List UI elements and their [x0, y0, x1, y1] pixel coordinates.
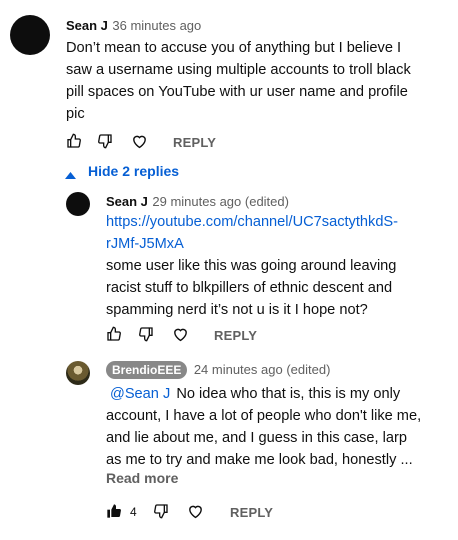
hide-replies-button[interactable]: Hide 2 replies	[88, 163, 179, 179]
dislike-icon[interactable]	[153, 503, 169, 524]
avatar[interactable]	[66, 192, 90, 216]
channel-link[interactable]: rJMf-J5MxA	[106, 233, 451, 255]
like-filled-icon[interactable]	[106, 503, 122, 524]
comment-text: Don’t mean to accuse you of anything but…	[66, 40, 411, 122]
mention-link[interactable]: @Sean J	[110, 386, 170, 402]
avatar[interactable]	[66, 361, 90, 385]
reply-timestamp[interactable]: 29 minutes ago (edited)	[152, 194, 289, 209]
heart-icon[interactable]	[172, 326, 189, 347]
dislike-icon[interactable]	[138, 326, 154, 347]
heart-icon[interactable]	[187, 503, 204, 524]
read-more-button[interactable]: Read more	[106, 470, 178, 486]
dislike-icon[interactable]	[97, 133, 113, 154]
comment-timestamp[interactable]: 36 minutes ago	[112, 18, 201, 33]
reply-text: https://youtube.com/channel/UC7sactythkd…	[106, 211, 451, 321]
reply-button[interactable]: REPLY	[173, 135, 216, 150]
reply-author[interactable]: Sean J	[106, 194, 148, 209]
reply-button[interactable]: REPLY	[230, 505, 273, 520]
reply-text: @Sean J No idea who that is, this is my …	[106, 386, 422, 468]
channel-link[interactable]: https://youtube.com/channel/UC7sactythkd…	[106, 211, 451, 233]
reply-timestamp[interactable]: 24 minutes ago (edited)	[194, 362, 331, 377]
like-count: 4	[130, 505, 137, 519]
like-icon[interactable]	[106, 326, 122, 347]
reply-button[interactable]: REPLY	[214, 328, 257, 343]
avatar[interactable]	[10, 15, 50, 55]
like-icon[interactable]	[66, 133, 82, 154]
channel-owner-badge[interactable]: BrendioEEE	[106, 361, 188, 379]
caret-up-icon[interactable]	[65, 166, 76, 184]
comment-author[interactable]: Sean J	[66, 18, 108, 33]
heart-icon[interactable]	[131, 133, 148, 154]
